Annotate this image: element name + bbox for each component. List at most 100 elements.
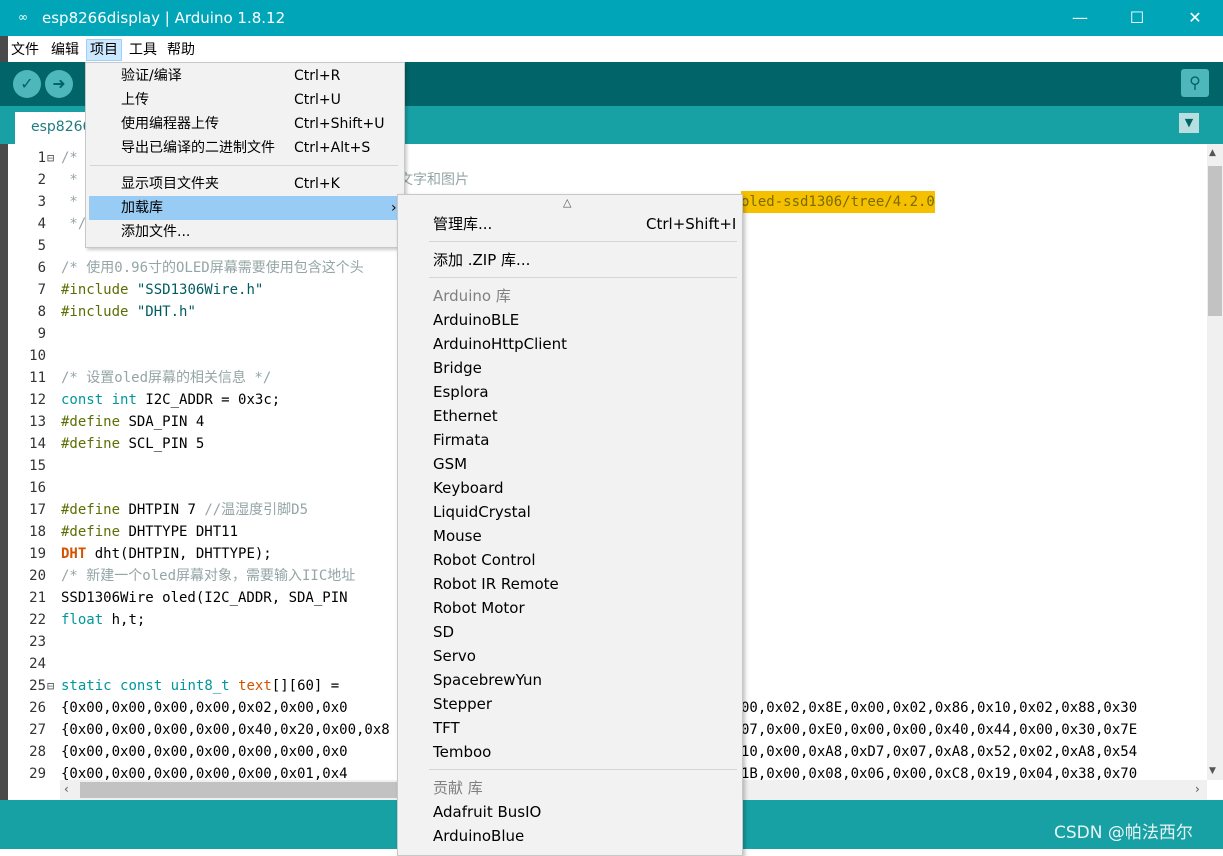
code-line-fragment: 00,0x02,0x8E,0x00,0x02,0x86,0x10,0x02,0x… xyxy=(741,700,1138,716)
library-item[interactable]: Mouse xyxy=(433,524,482,548)
menu-item-show-folder[interactable]: 显示项目文件夹 xyxy=(121,172,219,196)
menu-item-add-file[interactable]: 添加文件... xyxy=(121,220,190,244)
upload-arrow-icon[interactable]: ➜ xyxy=(45,70,73,98)
menu-item-export-binary[interactable]: 导出已编译的二进制文件 xyxy=(121,136,275,160)
library-item[interactable]: TFT xyxy=(433,716,460,740)
verify-check-icon[interactable]: ✓ xyxy=(13,70,41,98)
line-number: 11 xyxy=(29,370,46,386)
code-line: {0x00,0x00,0x00,0x00,0x00,0x01,0x4 xyxy=(61,766,348,780)
code-token: I2C_ADDR = 0x3c; xyxy=(136,392,281,408)
line-number: 28 xyxy=(29,744,46,760)
code-token: DHTTYPE DHT11 xyxy=(120,524,239,540)
line-number: 5 xyxy=(37,238,46,254)
library-item[interactable]: Keyboard xyxy=(433,476,504,500)
menu-edit[interactable]: 编辑 xyxy=(48,40,82,60)
code-token: //温湿度引脚D5 xyxy=(204,502,309,518)
menu-item-verify[interactable]: 验证/编译 xyxy=(121,64,182,88)
menu-item-upload-programmer[interactable]: 使用编程器上传 xyxy=(121,112,219,136)
line-number: 2 xyxy=(37,172,46,188)
library-item[interactable]: SD xyxy=(433,620,454,644)
library-item[interactable]: Robot Motor xyxy=(433,596,525,620)
line-number: 12 xyxy=(29,392,46,408)
library-item[interactable]: Temboo xyxy=(433,740,491,764)
line-number: 15 xyxy=(29,458,46,474)
library-item[interactable]: LiquidCrystal xyxy=(433,500,531,524)
code-token: text xyxy=(238,678,272,694)
code-token: #define xyxy=(61,524,121,540)
scroll-down-arrow-icon[interactable]: ▼ xyxy=(1209,766,1216,776)
scroll-right-arrow-icon[interactable]: › xyxy=(1195,782,1200,796)
library-item[interactable]: Stepper xyxy=(433,692,492,716)
menu-item-manage-libraries[interactable]: 管理库... xyxy=(433,212,492,236)
library-item[interactable]: Robot IR Remote xyxy=(433,572,559,596)
arduino-libraries-header: Arduino 库 xyxy=(433,287,511,305)
serial-monitor-search-icon[interactable]: ⚲ xyxy=(1181,69,1209,97)
watermark: CSDN @帕法西尔 xyxy=(1054,823,1193,843)
line-number: 29 xyxy=(29,766,46,782)
library-item[interactable]: ArduinoBlue xyxy=(433,824,524,848)
library-item[interactable]: ArduinoHttpClient xyxy=(433,332,567,356)
horizontal-scroll-thumb[interactable] xyxy=(80,782,400,798)
library-item[interactable]: Adafruit BusIO xyxy=(433,800,541,824)
menu-help[interactable]: 帮助 xyxy=(164,40,198,60)
scroll-up-arrow-icon[interactable]: ▲ xyxy=(1209,148,1216,158)
code-line-fragment: 文字和图片 xyxy=(399,172,469,188)
fold-marker-icon[interactable]: ⊟ xyxy=(47,147,54,169)
code-line: /* 新建一个oled屏幕对象，需要输入IIC地址 xyxy=(61,568,356,584)
code-token: DHT xyxy=(61,546,87,562)
library-item[interactable]: Ethernet xyxy=(433,404,498,428)
code-token: SCL_PIN 5 xyxy=(120,436,205,452)
code-token: int xyxy=(111,392,137,408)
scroll-up-triangle-icon[interactable]: △ xyxy=(563,196,571,209)
line-number: 10 xyxy=(29,348,46,364)
menu-separator xyxy=(429,277,737,278)
library-item[interactable]: ArduinoBLE xyxy=(433,308,519,332)
maximize-icon[interactable]: ☐ xyxy=(1108,0,1166,36)
code-token: #define xyxy=(61,414,121,430)
library-item[interactable]: Bridge xyxy=(433,356,482,380)
code-token: float xyxy=(61,612,104,628)
library-item[interactable]: Firmata xyxy=(433,428,489,452)
library-item[interactable]: Servo xyxy=(433,644,476,668)
menu-tools[interactable]: 工具 xyxy=(126,40,160,60)
shortcut: Ctrl+R xyxy=(294,68,341,84)
menu-item-add-zip[interactable]: 添加 .ZIP 库... xyxy=(433,248,530,272)
fold-marker-icon[interactable]: ⊟ xyxy=(47,675,54,697)
library-item[interactable]: SpacebrewYun xyxy=(433,668,542,692)
code-line-fragment: 07,0x00,0xE0,0x00,0x00,0x40,0x44,0x00,0x… xyxy=(741,722,1138,738)
shortcut: Ctrl+K xyxy=(294,176,340,192)
code-line: /* xyxy=(61,150,78,166)
menu-item-upload[interactable]: 上传 xyxy=(121,88,149,112)
library-item[interactable]: GSM xyxy=(433,452,467,476)
line-number: 1 xyxy=(37,150,46,166)
arduino-infinity-icon: ∞ xyxy=(18,10,28,24)
line-number: 24 xyxy=(29,656,46,672)
line-number: 27 xyxy=(29,722,46,738)
vertical-scroll-thumb[interactable] xyxy=(1208,166,1222,316)
line-number: 4 xyxy=(37,216,46,232)
window-title: esp8266display | Arduino 1.8.12 xyxy=(42,9,286,27)
code-token: SDA_PIN 4 xyxy=(120,414,205,430)
tab-label: esp8266 xyxy=(31,119,92,135)
library-item[interactable]: Robot Control xyxy=(433,548,536,572)
code-line-fragment: 10,0x00,0xA8,0xD7,0x07,0xA8,0x52,0x02,0x… xyxy=(741,744,1138,760)
menu-separator xyxy=(429,769,737,770)
line-number: 13 xyxy=(29,414,46,430)
line-number: 9 xyxy=(37,326,46,342)
close-icon[interactable]: ✕ xyxy=(1166,0,1223,36)
scroll-left-arrow-icon[interactable]: ‹ xyxy=(64,782,69,796)
shortcut: Ctrl+Alt+S xyxy=(294,140,371,156)
code-token: [][60] = xyxy=(271,678,340,694)
code-line-fragment: 1B,0x00,0x08,0x06,0x00,0xC8,0x19,0x04,0x… xyxy=(741,766,1138,780)
line-number: 17 xyxy=(29,502,46,518)
line-number: 8 xyxy=(37,304,46,320)
library-item[interactable]: Esplora xyxy=(433,380,489,404)
code-token: #include xyxy=(61,282,129,298)
code-token: static xyxy=(61,678,112,694)
code-line: /* 使用0.96寸的OLED屏幕需要使用包含这个头 xyxy=(61,260,364,276)
minimize-icon[interactable]: — xyxy=(1051,0,1109,36)
menu-item-include-library[interactable]: 加载库 xyxy=(121,196,163,220)
tab-menu-chevron-down-icon[interactable]: ▼ xyxy=(1179,113,1199,133)
menu-file[interactable]: 文件 xyxy=(8,40,42,60)
menu-project[interactable]: 项目 xyxy=(86,39,122,61)
